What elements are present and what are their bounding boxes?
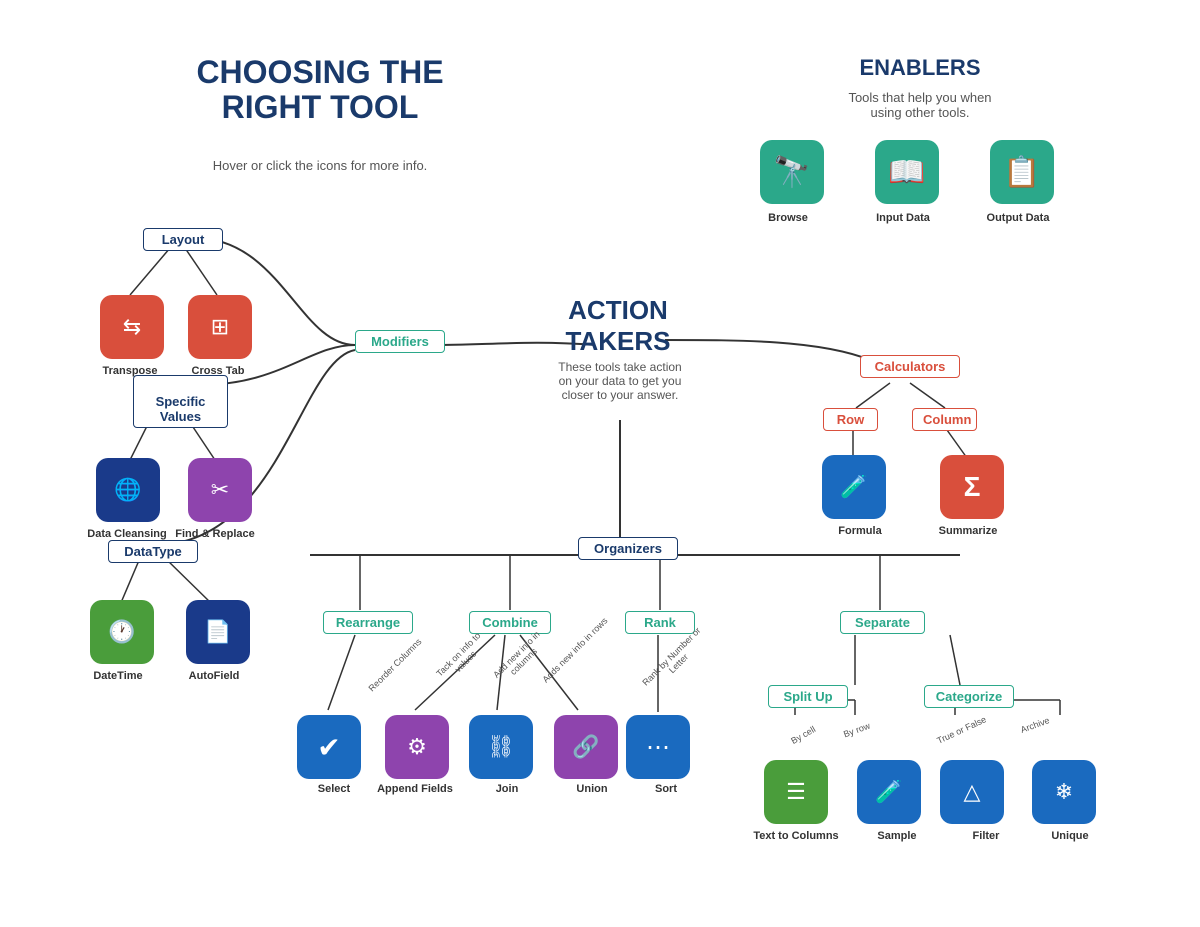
modifiers-node[interactable]: Modifiers <box>355 330 445 353</box>
select-label: Select <box>294 783 374 795</box>
rearrange-node[interactable]: Rearrange <box>323 611 413 634</box>
output-data-label: Output Data <box>978 212 1058 224</box>
rank-node[interactable]: Rank <box>625 611 695 634</box>
sort-icon[interactable]: ⋯ <box>626 715 690 779</box>
transpose-icon[interactable]: ⇆ <box>100 295 164 359</box>
crosstab-icon[interactable]: ⊞ <box>188 295 252 359</box>
append-fields-label: Append Fields <box>370 783 460 795</box>
formula-label: Formula <box>820 525 900 537</box>
browse-label: Browse <box>748 212 828 224</box>
sample-label: Sample <box>857 830 937 842</box>
text-to-columns-label: Text to Columns <box>748 830 844 842</box>
organizers-node[interactable]: Organizers <box>578 537 678 560</box>
filter-icon[interactable]: △ <box>940 760 1004 824</box>
categorize-node[interactable]: Categorize <box>924 685 1014 708</box>
true-or-false-desc: True or False <box>935 714 987 746</box>
join-icon[interactable]: ⛓ <box>469 715 533 779</box>
row-node[interactable]: Row <box>823 408 878 431</box>
page: CHOOSING THE RIGHT TOOL Hover or click t… <box>0 0 1200 927</box>
layout-node[interactable]: Layout <box>143 228 223 251</box>
archive-desc: Archive <box>1019 715 1051 735</box>
datetime-label: DateTime <box>78 670 158 682</box>
action-takers-sub: These tools take action on your data to … <box>510 360 730 402</box>
autofield-label: AutoField <box>174 670 254 682</box>
union-icon[interactable]: 🔗 <box>554 715 618 779</box>
separate-node[interactable]: Separate <box>840 611 925 634</box>
action-takers-title: ACTION TAKERS <box>528 295 708 357</box>
split-up-node[interactable]: Split Up <box>768 685 848 708</box>
unique-icon[interactable]: ❄ <box>1032 760 1096 824</box>
subtitle: Hover or click the icons for more info. <box>170 158 470 173</box>
sample-icon[interactable]: 🧪 <box>857 760 921 824</box>
summarize-label: Summarize <box>928 525 1008 537</box>
select-icon[interactable]: ✔ <box>297 715 361 779</box>
join-label: Join <box>467 783 547 795</box>
filter-label: Filter <box>946 830 1026 842</box>
input-data-icon[interactable]: 📖 <box>875 140 939 204</box>
union-label: Union <box>552 783 632 795</box>
data-cleansing-icon[interactable]: 🌐 <box>96 458 160 522</box>
rearrange-desc: Reorder Columns <box>363 633 427 697</box>
column-node[interactable]: Column <box>912 408 977 431</box>
find-replace-label: Find & Replace <box>175 528 255 540</box>
specific-values-node[interactable]: Specific Values <box>133 375 228 428</box>
autofield-icon[interactable]: 📄 <box>186 600 250 664</box>
by-row-desc: By row <box>842 721 871 740</box>
append-fields-icon[interactable]: ⚙ <box>385 715 449 779</box>
calculators-node[interactable]: Calculators <box>860 355 960 378</box>
by-cell-desc: By cell <box>789 724 817 746</box>
find-replace-icon[interactable]: ✂ <box>188 458 252 522</box>
input-data-label: Input Data <box>863 212 943 224</box>
main-title: CHOOSING THE RIGHT TOOL <box>170 55 470 125</box>
datatype-node[interactable]: DataType <box>108 540 198 563</box>
data-cleansing-label: Data Cleansing <box>82 528 172 540</box>
output-data-icon[interactable]: 📋 <box>990 140 1054 204</box>
unique-label: Unique <box>1030 830 1110 842</box>
enablers-title: ENABLERS <box>760 55 1080 81</box>
sort-label: Sort <box>626 783 706 795</box>
formula-icon[interactable]: 🧪 <box>822 455 886 519</box>
enablers-subtitle: Tools that help you when using other too… <box>760 90 1080 120</box>
datetime-icon[interactable]: 🕐 <box>90 600 154 664</box>
summarize-icon[interactable]: Σ <box>940 455 1004 519</box>
text-to-columns-icon[interactable]: ☰ <box>764 760 828 824</box>
browse-icon[interactable]: 🔭 <box>760 140 824 204</box>
